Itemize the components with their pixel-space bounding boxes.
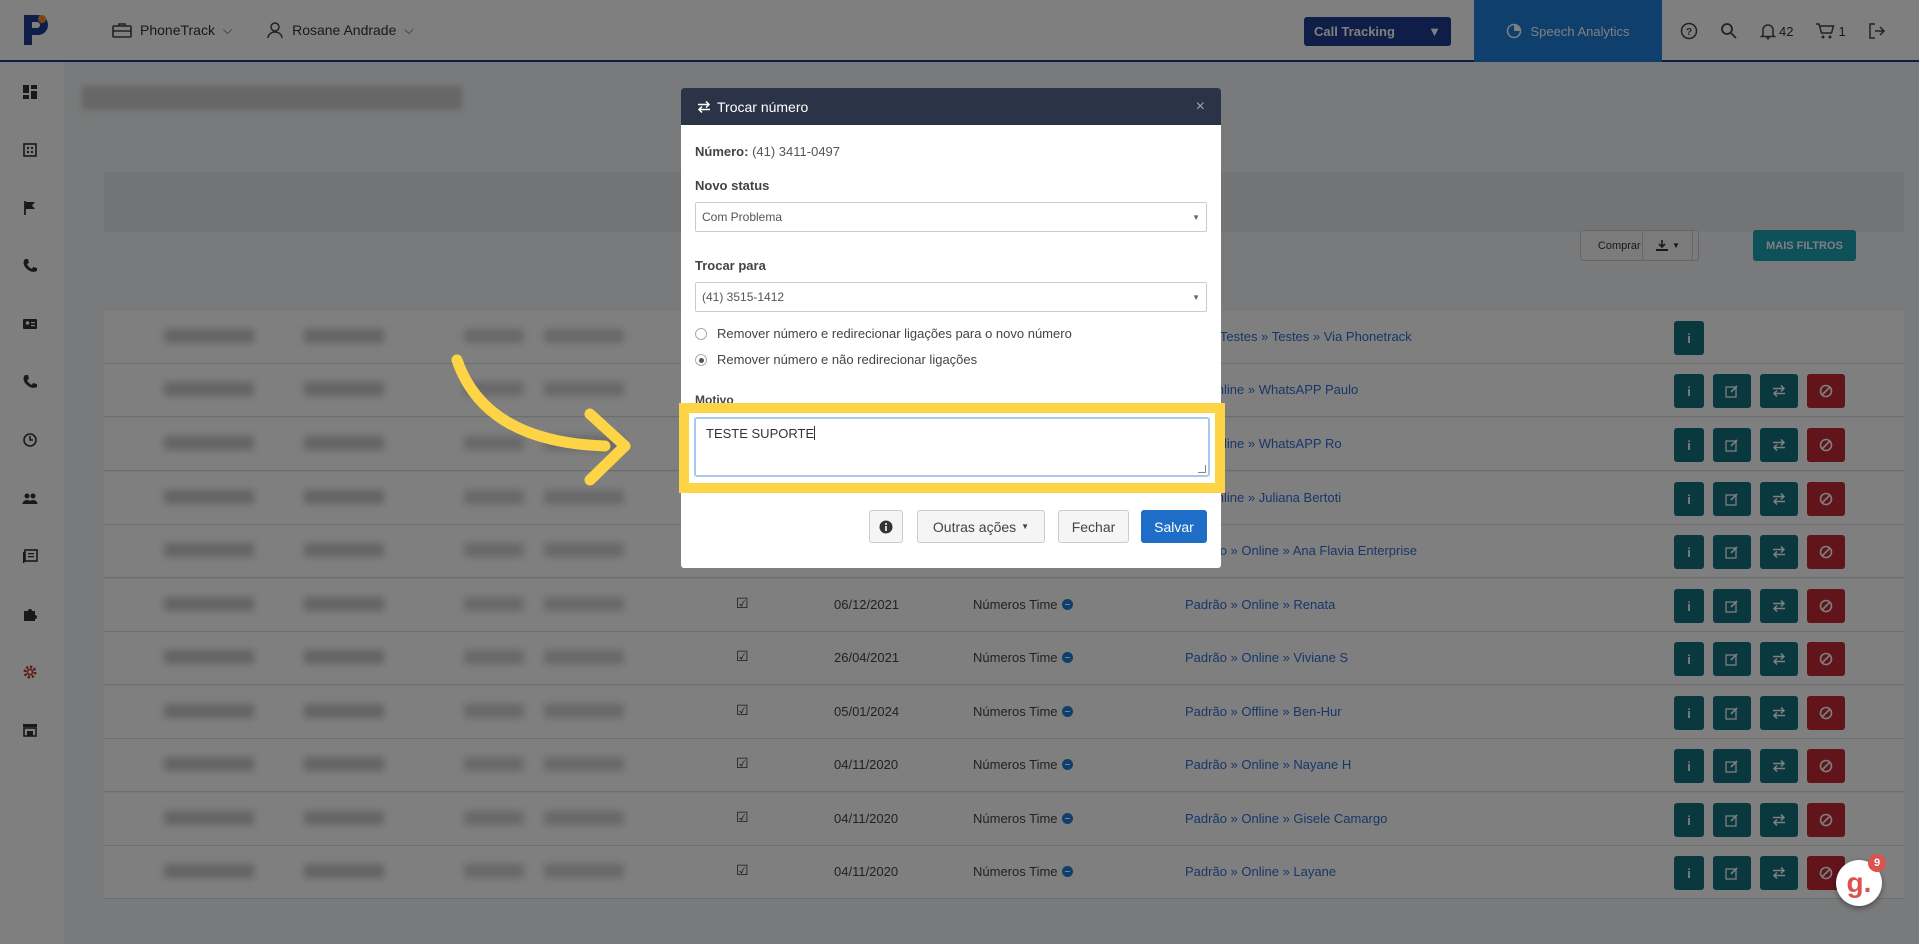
info-button[interactable] xyxy=(869,510,903,543)
swap-number-modal: Trocar número × Número: (41) 3411-0497 N… xyxy=(681,88,1221,568)
caret-down-icon: ▼ xyxy=(1192,292,1200,302)
motivo-text: TESTE SUPORTE xyxy=(706,426,815,441)
no-redirect-option-label: Remover número e não redirecionar ligaçõ… xyxy=(717,352,978,367)
other-actions-label: Outras ações xyxy=(932,518,1017,535)
motivo-textarea[interactable]: TESTE SUPORTE xyxy=(694,417,1210,477)
number-label: Número: xyxy=(695,144,749,159)
chat-widget[interactable]: g. 9 xyxy=(1836,854,1886,906)
modal-header: Trocar número × xyxy=(681,88,1221,125)
status-select[interactable]: Com Problema ▼ xyxy=(695,202,1207,232)
resize-handle-icon[interactable] xyxy=(1198,465,1206,473)
number-line: Número: (41) 3411-0497 xyxy=(695,144,1207,159)
number-value: (41) 3411-0497 xyxy=(752,144,841,159)
swap-number-select[interactable]: (41) 3515-1412 ▼ xyxy=(695,282,1207,312)
swap-label: Trocar para xyxy=(695,258,766,273)
caret-down-icon: ▼ xyxy=(1192,212,1200,222)
pointer-arrow-icon xyxy=(451,354,631,486)
highlight-frame: TESTE SUPORTE xyxy=(679,403,1225,493)
radio-button[interactable] xyxy=(695,327,707,340)
redirect-option[interactable]: Remover número e redirecionar ligações p… xyxy=(695,326,1207,341)
radio-button-selected[interactable] xyxy=(695,353,707,366)
swap-number-value: (41) 3515-1412 xyxy=(702,290,785,304)
modal-title: Trocar número xyxy=(717,98,809,115)
exchange-icon xyxy=(697,100,711,113)
save-button[interactable]: Salvar xyxy=(1141,510,1207,543)
chat-widget-letter: g. xyxy=(1846,867,1872,898)
status-select-value: Com Problema xyxy=(702,210,783,224)
other-actions-button[interactable]: Outras ações ▼ xyxy=(917,510,1045,543)
close-button[interactable]: Fechar xyxy=(1058,510,1129,543)
caret-down-icon: ▼ xyxy=(1021,522,1030,531)
close-icon[interactable]: × xyxy=(1196,98,1205,116)
redirect-option-label: Remover número e redirecionar ligações p… xyxy=(717,326,1072,341)
text-cursor xyxy=(814,426,816,440)
modal-footer: Outras ações ▼ Fechar Salvar xyxy=(681,498,1221,548)
info-icon xyxy=(879,520,893,533)
status-label: Novo status xyxy=(695,178,770,193)
no-redirect-option[interactable]: Remover número e não redirecionar ligaçõ… xyxy=(695,352,1207,367)
chat-badge: 9 xyxy=(1868,854,1886,872)
